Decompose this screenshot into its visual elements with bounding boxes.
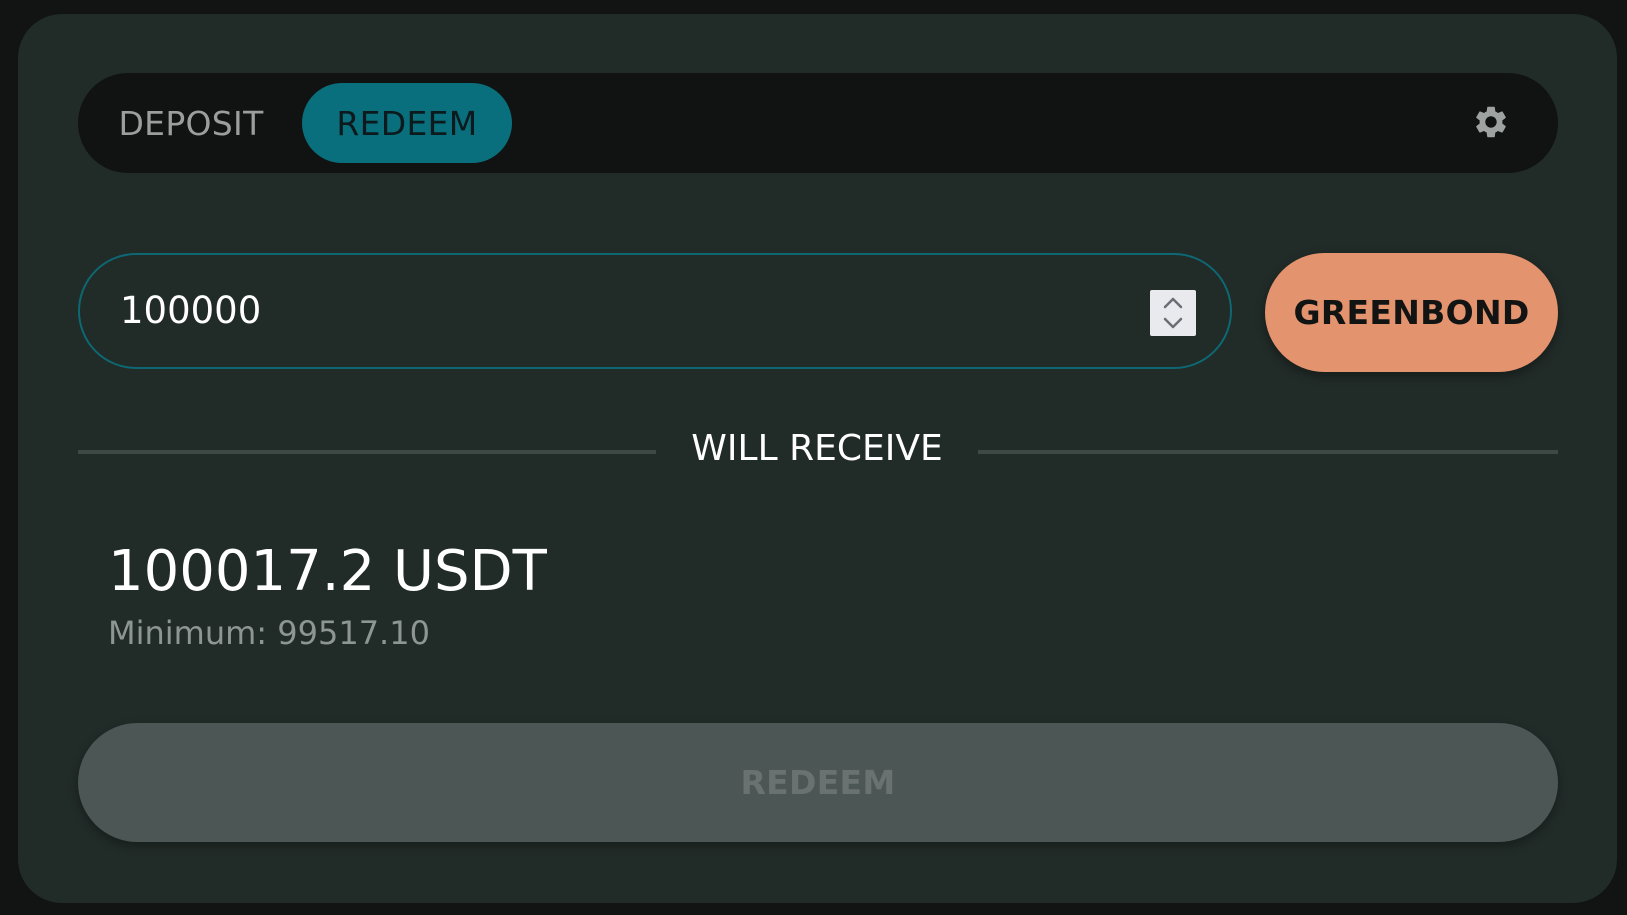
tab-deposit[interactable]: DEPOSIT [96,83,286,163]
token-select-button[interactable]: GREENBOND [1265,253,1558,372]
receive-amount: 100017.2 USDT [108,539,547,604]
amount-input-value[interactable]: 100000 [120,255,261,367]
divider-right [978,450,1558,454]
mode-tab-bar: DEPOSIT REDEEM [78,73,1558,173]
gear-icon[interactable] [1472,103,1510,141]
chevron-up-down-icon[interactable] [1150,290,1196,336]
redeem-card: DEPOSIT REDEEM 100000 GREENBOND WILL REC… [18,14,1617,903]
will-receive-label: WILL RECEIVE [691,428,943,469]
tab-redeem[interactable]: REDEEM [302,83,512,163]
redeem-submit-button[interactable]: REDEEM [78,723,1558,842]
minimum-amount: Minimum: 99517.10 [108,614,430,652]
divider-left [78,450,656,454]
amount-input[interactable]: 100000 [78,253,1232,369]
